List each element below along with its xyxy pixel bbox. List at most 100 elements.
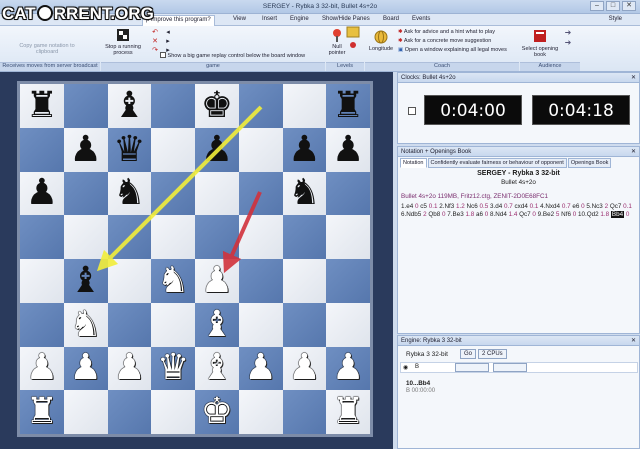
square-f4[interactable]: [238, 259, 283, 303]
square-f7[interactable]: [238, 127, 283, 172]
square-a2[interactable]: ♟: [20, 346, 64, 391]
engine-go-button[interactable]: Go: [460, 349, 477, 359]
black-bishop-icon[interactable]: ♝: [113, 87, 145, 124]
square-g1[interactable]: [282, 390, 327, 434]
square-a6[interactable]: ♟: [20, 171, 64, 216]
white-bishop-icon[interactable]: ♝: [201, 350, 233, 386]
stop-process-button[interactable]: Stop a running process: [104, 28, 142, 56]
move[interactable]: 4.Nxd4: [540, 203, 560, 210]
black-pawn-icon[interactable]: ♟: [69, 131, 101, 168]
tab-engine[interactable]: Engine: [290, 16, 309, 22]
move[interactable]: 6.Ndb5: [401, 211, 421, 218]
move[interactable]: 8.Nd4: [490, 211, 507, 218]
move[interactable]: c5: [420, 203, 427, 210]
square-d5[interactable]: [151, 215, 195, 259]
replay-back-icon[interactable]: ↶: [152, 29, 158, 36]
square-a8[interactable]: ♜: [20, 84, 64, 128]
square-g4[interactable]: [282, 259, 327, 303]
tab-view[interactable]: View: [233, 16, 246, 22]
show-replay-checkbox[interactable]: [160, 52, 166, 58]
move[interactable]: 7.Be3: [447, 211, 463, 218]
concrete-move-button[interactable]: ✱ Ask for a concrete move suggestion: [398, 37, 528, 46]
copy-game-button[interactable]: Copy game notation to clipboard: [16, 43, 78, 55]
square-a4[interactable]: [20, 259, 64, 303]
show-replay-option[interactable]: Show a big game replay control below the…: [160, 52, 320, 59]
square-h8[interactable]: ♜: [326, 84, 370, 128]
square-a5[interactable]: [20, 215, 64, 259]
black-pawn-icon[interactable]: ♟: [288, 131, 320, 168]
square-c2[interactable]: ♟: [107, 346, 152, 391]
square-b4[interactable]: ♝: [63, 259, 108, 303]
tab-notation[interactable]: Notation: [400, 158, 427, 168]
white-pawn-icon[interactable]: ♟: [69, 350, 101, 386]
nav-next-icon[interactable]: ▸: [166, 38, 170, 45]
move[interactable]: Qc7: [519, 211, 531, 218]
move[interactable]: Nf6: [561, 211, 571, 218]
white-pawn-icon[interactable]: ♟: [26, 350, 58, 386]
square-h3[interactable]: [326, 302, 370, 347]
square-d2[interactable]: ♛: [151, 346, 195, 391]
black-pawn-icon[interactable]: ♟: [332, 131, 364, 168]
square-c6[interactable]: ♞: [107, 171, 152, 216]
square-g2[interactable]: ♟: [282, 346, 327, 391]
square-c8[interactable]: ♝: [107, 84, 152, 128]
level-buttons[interactable]: [345, 26, 361, 52]
square-f5[interactable]: [238, 215, 283, 259]
move[interactable]: cxd4: [515, 203, 528, 210]
tab-board[interactable]: Board: [383, 16, 399, 22]
audience-buttons[interactable]: ➜ ➜: [562, 28, 574, 48]
square-f6[interactable]: [238, 171, 283, 216]
white-king-icon[interactable]: ♚: [201, 394, 233, 430]
white-rook-icon[interactable]: ♜: [332, 394, 364, 430]
move[interactable]: 9.Be2: [538, 211, 554, 218]
square-b5[interactable]: [63, 215, 108, 259]
square-e8[interactable]: ♚: [195, 84, 239, 128]
audience-up-icon[interactable]: ➜: [565, 28, 572, 37]
black-rook-icon[interactable]: ♜: [332, 87, 364, 124]
engine-cpus-button[interactable]: 2 CPUs: [478, 349, 507, 359]
white-pawn-icon[interactable]: ♟: [201, 262, 233, 299]
square-f3[interactable]: [238, 302, 283, 347]
square-b1[interactable]: [63, 390, 108, 434]
engine-options-icon[interactable]: ◉: [403, 364, 408, 371]
move[interactable]: Qc7: [610, 203, 622, 210]
square-e3[interactable]: ♝: [195, 302, 239, 347]
square-c7[interactable]: ♛: [107, 127, 152, 172]
square-f8[interactable]: [238, 84, 283, 128]
square-e7[interactable]: ♟: [195, 127, 239, 172]
square-h4[interactable]: [326, 259, 370, 303]
clock-checkbox[interactable]: [408, 107, 416, 115]
replay-controls[interactable]: ↶ ✕ ↷: [148, 28, 162, 55]
square-b2[interactable]: ♟: [63, 346, 108, 391]
black-knight-icon[interactable]: ♞: [288, 175, 320, 211]
replay-stop-icon[interactable]: ✕: [152, 38, 158, 45]
move[interactable]: e6: [572, 203, 579, 210]
tab-fairness[interactable]: Confidently evaluate fairness or behavio…: [427, 158, 567, 168]
style-menu[interactable]: Style: [609, 16, 622, 22]
black-knight-icon[interactable]: ♞: [113, 175, 145, 211]
square-b7[interactable]: ♟: [63, 127, 108, 172]
chess-board[interactable]: ♜ ♝ ♚ ♜ ♟ ♛ ♟ ♟ ♟ ♟ ♞ ♞ ♝ ♞ ♟ ♞ ♝ ♟ ♟ ♟ ♛ ♝ ♟ ♟ ♟ ♜ ♚ ♜: [20, 84, 370, 434]
move[interactable]: 10.Qd2: [578, 211, 599, 218]
engine-close-icon[interactable]: ✕: [631, 336, 636, 346]
square-d4[interactable]: ♞: [151, 259, 195, 303]
square-h5[interactable]: [326, 215, 370, 259]
move[interactable]: 3.d4: [490, 203, 502, 210]
move[interactable]: Nc6: [467, 203, 478, 210]
clocks-close-icon[interactable]: ✕: [631, 73, 636, 83]
white-pawn-icon[interactable]: ♟: [288, 350, 320, 386]
white-knight-icon[interactable]: ♞: [69, 306, 101, 343]
square-c1[interactable]: [107, 390, 152, 434]
tab-show-hide-panes[interactable]: Show/Hide Panes: [322, 16, 370, 22]
square-h7[interactable]: ♟: [326, 127, 370, 172]
notation-close-icon[interactable]: ✕: [631, 147, 636, 157]
engine-btn-2[interactable]: [493, 363, 527, 372]
square-d7[interactable]: [151, 127, 195, 172]
tab-insert[interactable]: Insert: [262, 16, 277, 22]
engine-btn-1[interactable]: [455, 363, 489, 372]
nav-prev-icon[interactable]: ◂: [166, 29, 170, 36]
white-knight-icon[interactable]: ♞: [157, 262, 189, 299]
move[interactable]: a6: [476, 211, 483, 218]
black-king-icon[interactable]: ♚: [201, 87, 233, 124]
square-c3[interactable]: [107, 302, 152, 347]
